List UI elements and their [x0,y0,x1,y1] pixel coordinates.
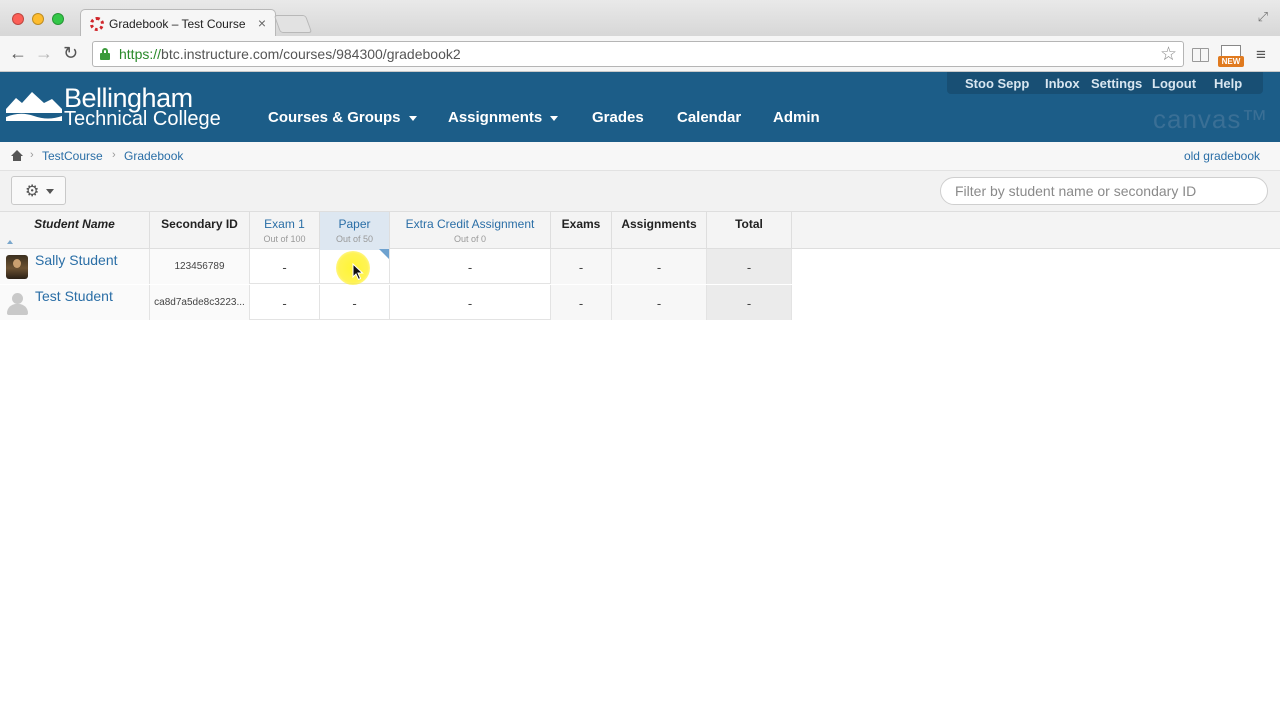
mountain-logo-icon [6,92,62,121]
secondary-id-cell: ca8d7a5de8c3223... [150,285,250,320]
settings-link[interactable]: Settings [1091,76,1142,91]
institution-logo[interactable]: Bellingham Technical College [6,83,221,133]
new-tab-button[interactable] [273,15,313,33]
grade-cell-total: - [707,249,792,284]
breadcrumb-course[interactable]: TestCourse [42,149,103,163]
column-header-exams[interactable]: Exams [551,212,612,250]
gradebook-grid: Student Name Secondary ID Exam 1 Out of … [0,211,1280,321]
grade-cell-assignments: - [612,285,707,320]
student-cell: Sally Student [0,249,150,284]
secondary-id-cell: 123456789 [150,249,250,284]
nav-calendar[interactable]: Calendar [677,109,741,126]
window-close-button[interactable] [12,13,24,25]
help-link[interactable]: Help [1214,76,1242,91]
column-header-exam-1[interactable]: Exam 1 Out of 100 [250,212,320,250]
address-bar[interactable]: https://btc.instructure.com/courses/9843… [92,41,1184,67]
user-name-link[interactable]: Stoo Sepp [965,76,1029,91]
logout-link[interactable]: Logout [1152,76,1196,91]
gear-icon: ⚙ [25,183,40,200]
gradebook-settings-button[interactable]: ⚙ [11,176,66,205]
browser-toolbar: ← → ↻ https://btc.instructure.com/course… [0,36,1280,72]
table-row: Sally Student 123456789 - - - - - - [0,249,792,284]
column-header-paper[interactable]: Paper Out of 50 [320,212,390,250]
canvas-brand-logo: canvas™ [1153,104,1269,134]
grade-cell-extra-credit[interactable]: - [390,285,551,320]
grade-cell-total: - [707,285,792,320]
grid-header-row: Student Name Secondary ID Exam 1 Out of … [0,211,1280,250]
grade-cell-assignments: - [612,249,707,284]
chevron-down-icon [46,189,54,194]
bookmark-star-icon[interactable]: ☆ [1160,43,1177,66]
column-header-extra-credit[interactable]: Extra Credit Assignment Out of 0 [390,212,551,250]
grade-cell-exams: - [551,285,612,320]
cell-menu-flag-icon[interactable] [379,249,389,259]
grade-cell-exam-1[interactable]: - [250,249,320,284]
chevron-down-icon [408,115,417,121]
reader-extension-icon[interactable] [1192,48,1209,62]
student-name-link[interactable]: Sally Student [35,252,118,268]
tab-close-icon[interactable]: × [258,15,266,31]
lock-icon [100,48,110,60]
column-header-total[interactable]: Total [707,212,792,250]
column-header-secondary-id[interactable]: Secondary ID [150,212,250,250]
nav-admin[interactable]: Admin [773,109,820,126]
column-header-assignments[interactable]: Assignments [612,212,707,250]
canvas-header: Bellingham Technical College Stoo Sepp I… [0,72,1280,142]
student-filter-input[interactable] [940,177,1268,205]
table-row: Test Student ca8d7a5de8c3223... - - - - … [0,285,792,320]
nav-assignments[interactable]: Assignments [448,109,559,126]
new-extension-icon[interactable]: NEW [1218,45,1244,69]
grade-cell-paper[interactable]: - [320,285,390,320]
forward-arrow-icon[interactable]: → [35,42,53,64]
window-minimize-button[interactable] [32,13,44,25]
avatar[interactable] [6,291,28,315]
nav-courses-groups[interactable]: Courses & Groups [268,109,417,126]
column-header-student-name[interactable]: Student Name [0,212,150,250]
old-gradebook-link[interactable]: old gradebook [1184,149,1260,163]
grade-cell-extra-credit[interactable]: - [390,249,551,284]
grade-cell-exam-1[interactable]: - [250,285,320,320]
logo-line2: Technical College [64,108,221,130]
gradebook-toolbar: ⚙ [0,171,1280,211]
home-icon[interactable] [11,150,23,161]
student-name-link[interactable]: Test Student [35,288,113,304]
canvas-favicon-icon [90,17,104,31]
student-cell: Test Student [0,285,150,320]
user-utility-bar: Stoo Sepp Inbox Settings Logout Help [947,72,1263,94]
inbox-link[interactable]: Inbox [1045,76,1080,91]
reload-icon[interactable]: ↻ [63,42,78,64]
browser-tab-gradebook[interactable]: Gradebook – Test Course × [80,9,276,37]
grade-cell-exams: - [551,249,612,284]
tab-title: Gradebook – Test Course [109,17,246,31]
breadcrumb-separator-icon: › [30,149,34,161]
chevron-down-icon [550,115,559,121]
nav-grades[interactable]: Grades [592,109,644,126]
url-text[interactable]: https://btc.instructure.com/courses/9843… [119,46,461,62]
fullscreen-icon[interactable]: ⤢ [1258,9,1268,25]
browser-menu-icon[interactable]: ≡ [1256,45,1266,65]
mouse-pointer-icon [352,263,364,281]
breadcrumb-separator-icon: › [112,149,116,161]
browser-titlebar: Gradebook – Test Course × ⤢ [0,0,1280,37]
sort-ascending-icon [7,240,13,244]
window-maximize-button[interactable] [52,13,64,25]
avatar[interactable] [6,255,28,279]
back-arrow-icon[interactable]: ← [9,42,27,64]
breadcrumb: › TestCourse › Gradebook old gradebook [0,142,1280,171]
breadcrumb-gradebook[interactable]: Gradebook [124,149,183,163]
